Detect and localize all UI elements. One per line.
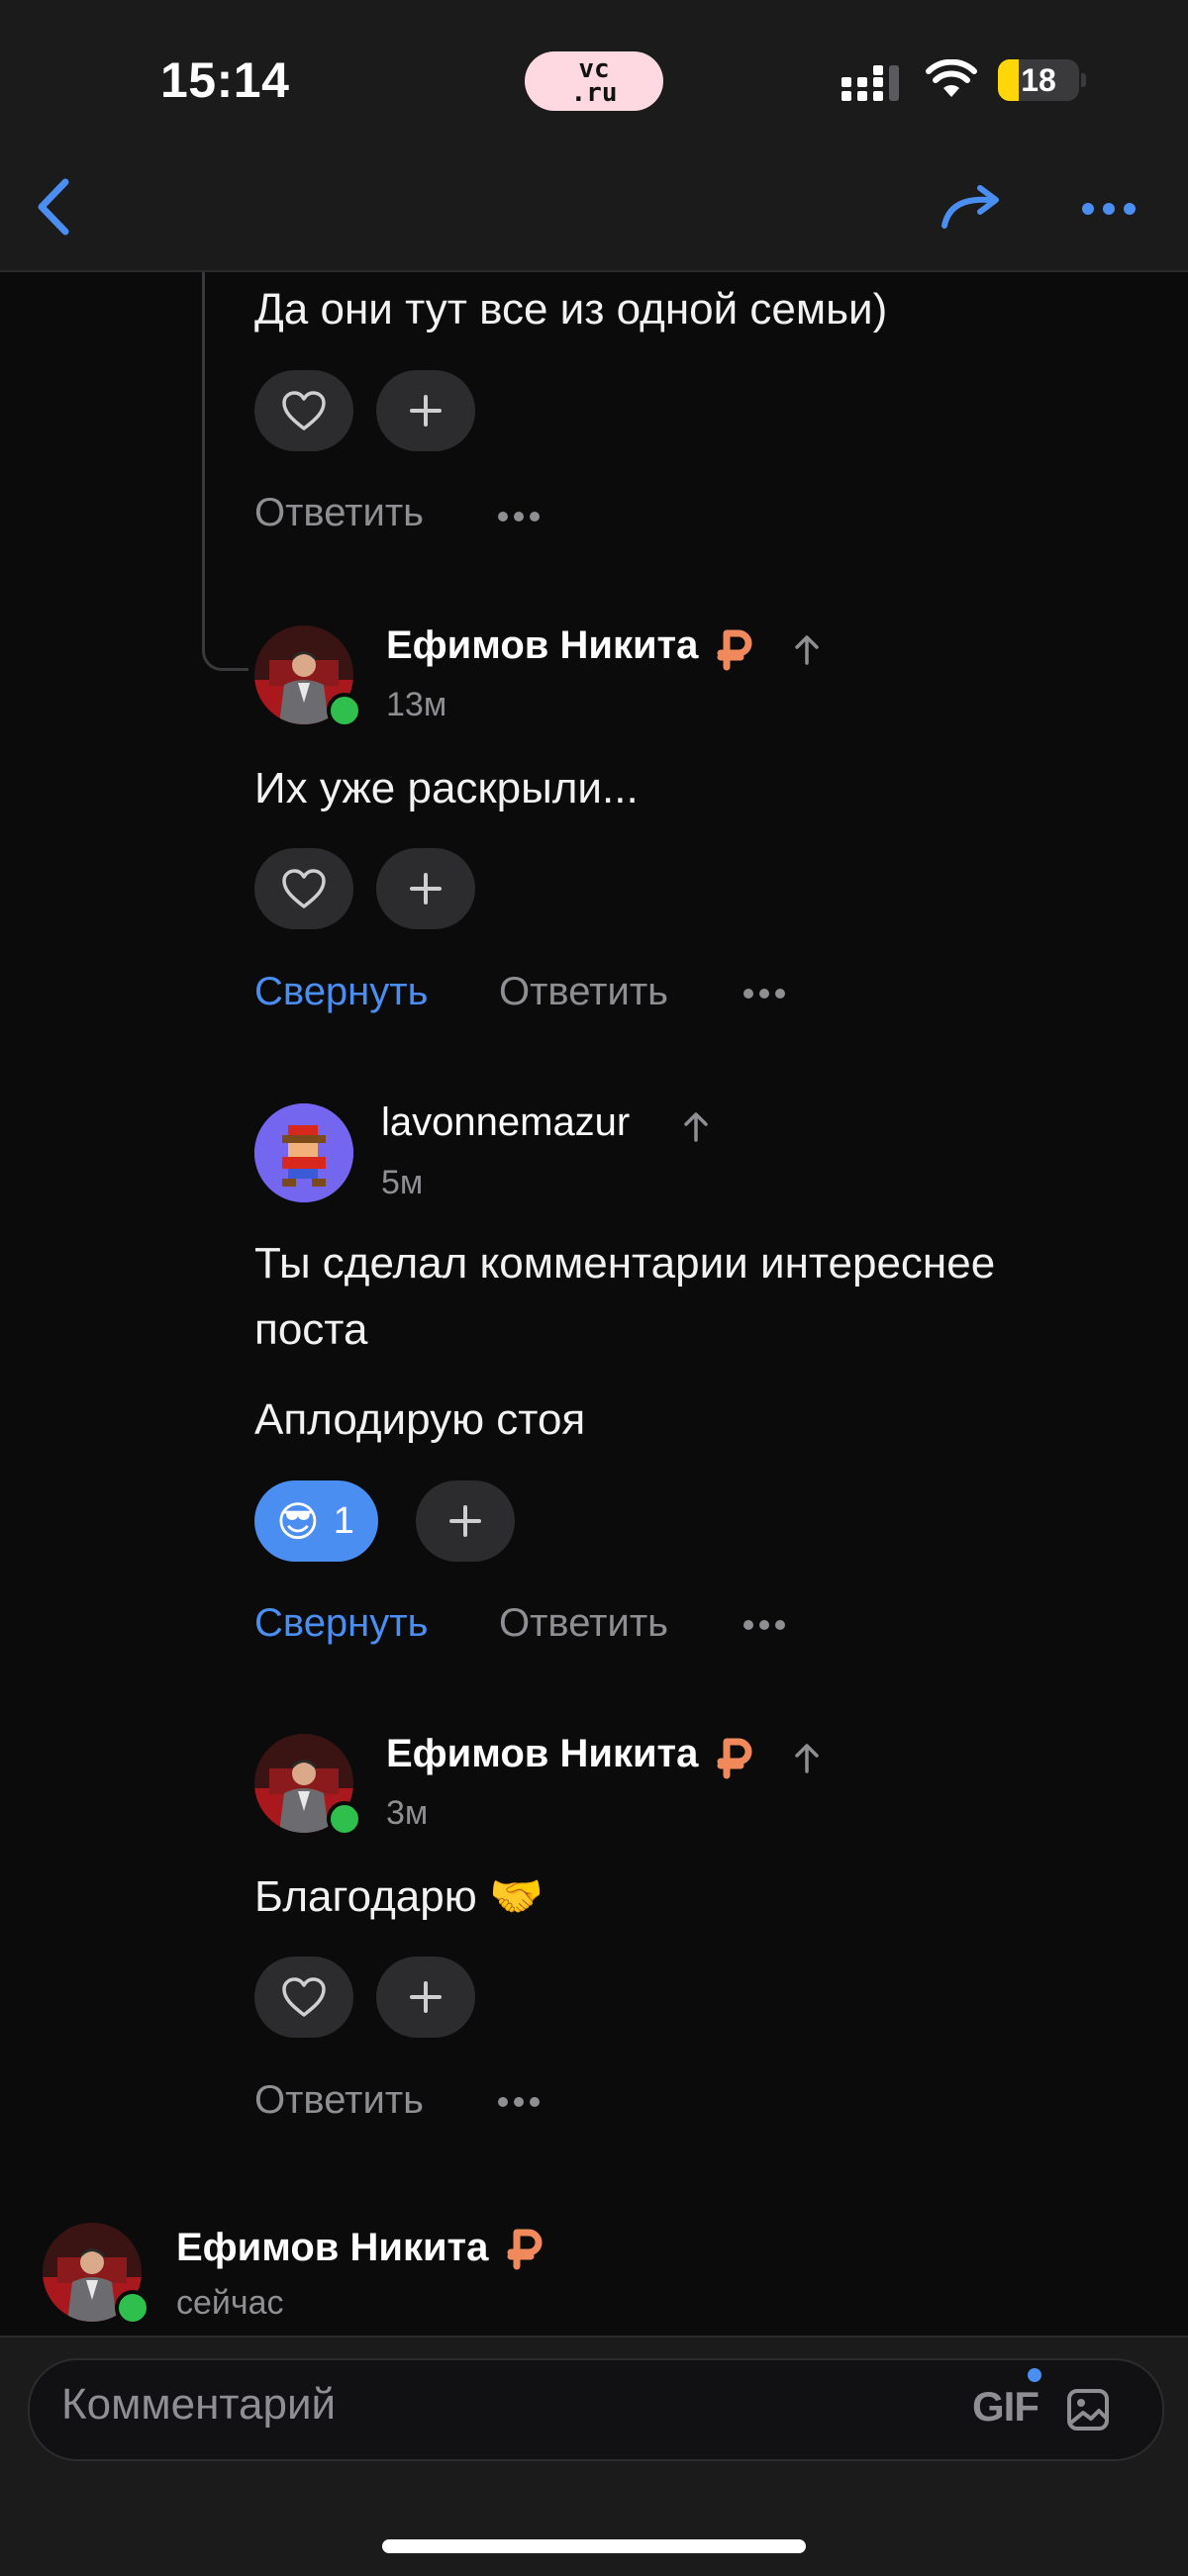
ruble-badge-icon	[717, 629, 752, 671]
comment-time: 13м	[386, 686, 447, 723]
gif-button[interactable]: GIF	[972, 2383, 1040, 2431]
comment-time: сейчас	[176, 2284, 284, 2322]
online-indicator	[115, 2290, 150, 2326]
comment-text: Их уже раскрыли...	[254, 764, 639, 812]
site-badge-text: vc .ru	[570, 54, 618, 108]
online-indicator	[327, 693, 362, 728]
more-dots-icon[interactable]	[497, 511, 541, 523]
author-name[interactable]: lavonnemazur	[381, 1100, 630, 1145]
more-dots-icon[interactable]	[742, 988, 786, 1000]
more-dots-icon[interactable]	[742, 1619, 786, 1631]
handshake-emoji-icon: 🤝	[488, 1872, 544, 1921]
author-name[interactable]: Ефимов Никита	[386, 623, 698, 668]
reply-button[interactable]: Ответить	[254, 491, 424, 535]
reply-button[interactable]: Ответить	[499, 970, 668, 1014]
reply-button[interactable]: Ответить	[254, 2078, 424, 2123]
comment-time: 3м	[386, 1794, 429, 1832]
chevron-left-icon[interactable]	[32, 176, 75, 238]
comment-text-2: Аплодирую стоя	[254, 1395, 586, 1444]
plus-icon	[410, 395, 442, 427]
image-attach-icon[interactable]	[1065, 2385, 1113, 2433]
collapse-button[interactable]: Свернуть	[254, 970, 428, 1014]
reaction-count: 1	[333, 1499, 354, 1542]
comment-text-line-1: Ты сделал комментарии интереснее	[254, 1239, 996, 1288]
add-reaction-button[interactable]	[376, 1956, 475, 2038]
like-button[interactable]	[254, 370, 353, 451]
comment-time: 5м	[381, 1164, 424, 1201]
plus-icon	[410, 1981, 442, 2013]
more-dots-icon[interactable]	[1081, 202, 1137, 216]
like-button[interactable]	[254, 848, 353, 929]
avatar[interactable]	[254, 1103, 353, 1202]
plus-icon	[410, 873, 442, 905]
share-arrow-icon[interactable]	[940, 184, 1004, 230]
reply-button[interactable]: Ответить	[499, 1601, 668, 1646]
more-dots-icon[interactable]	[497, 2096, 541, 2108]
like-button[interactable]	[254, 1956, 353, 2038]
sunglasses-emoji-icon: 😎	[276, 1497, 320, 1545]
home-indicator	[382, 2539, 806, 2553]
arrow-up-icon[interactable]	[792, 633, 822, 667]
collapse-button[interactable]: Свернуть	[254, 1601, 428, 1646]
arrow-up-icon[interactable]	[792, 1742, 822, 1775]
heart-icon	[282, 869, 326, 908]
cellular-signal-icon	[842, 65, 899, 101]
comment-text: Благодарю 🤝	[254, 1864, 544, 1930]
battery-icon: 18	[998, 59, 1079, 101]
add-reaction-button[interactable]	[376, 370, 475, 451]
wifi-icon	[926, 59, 977, 97]
plus-icon	[449, 1505, 481, 1537]
comment-text-line-2: поста	[254, 1305, 368, 1354]
arrow-up-icon[interactable]	[681, 1110, 711, 1144]
status-time: 15:14	[160, 52, 290, 108]
navigation-bar	[0, 163, 1188, 272]
reaction-chip[interactable]: 😎 1	[254, 1480, 378, 1562]
ruble-badge-icon	[717, 1738, 752, 1779]
add-reaction-button[interactable]	[376, 848, 475, 929]
online-indicator	[327, 1801, 362, 1837]
comment-text-body: Благодарю	[254, 1872, 477, 1921]
heart-icon	[282, 1977, 326, 2017]
battery-level: 18	[1021, 61, 1056, 98]
battery-tip	[1081, 73, 1086, 87]
ruble-badge-icon	[507, 2229, 543, 2270]
add-reaction-button[interactable]	[416, 1480, 515, 1562]
site-badge: vc .ru	[525, 51, 663, 111]
thread-connector-line	[202, 272, 248, 671]
notification-dot	[1028, 2368, 1041, 2382]
author-name[interactable]: Ефимов Никита	[386, 1732, 698, 1776]
comment-text: Да они тут все из одной семьи)	[254, 285, 888, 334]
comment-input-placeholder: Комментарий	[61, 2380, 337, 2429]
avatar-pixel-art	[254, 1103, 353, 1202]
author-name[interactable]: Ефимов Никита	[176, 2226, 488, 2270]
heart-icon	[282, 391, 326, 430]
